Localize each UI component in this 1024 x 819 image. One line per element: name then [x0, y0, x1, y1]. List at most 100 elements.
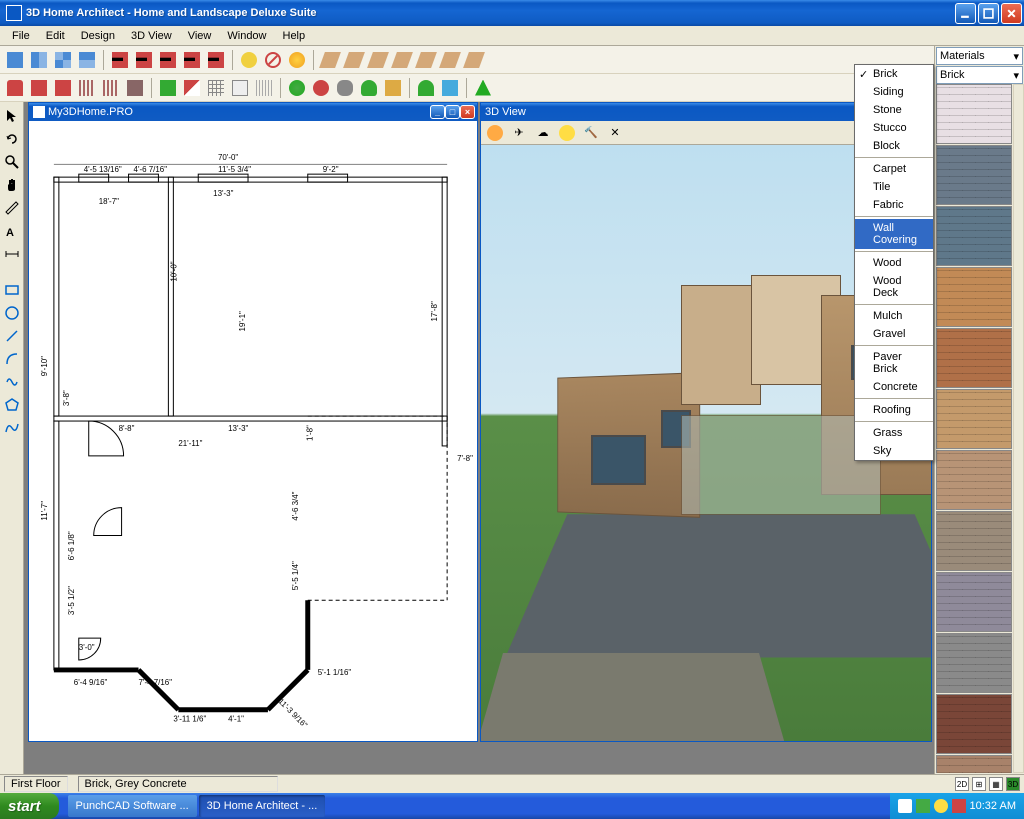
tool-light-icon[interactable]: [556, 122, 578, 144]
material-swatch[interactable]: [936, 450, 1012, 510]
tray-icon-4[interactable]: [952, 799, 966, 813]
materials-menu-item[interactable]: Brick: [855, 65, 933, 83]
tool-window-tile1[interactable]: [4, 49, 26, 71]
menu-edit[interactable]: Edit: [38, 28, 73, 44]
menu-window[interactable]: Window: [219, 28, 274, 44]
materials-menu-item[interactable]: Mulch: [855, 307, 933, 325]
status-view2-icon[interactable]: ▦: [989, 777, 1003, 791]
tool-plant2-icon[interactable]: [310, 77, 332, 99]
tool-paint[interactable]: [238, 49, 260, 71]
tool-roof2[interactable]: ▬: [133, 49, 155, 71]
tool-roof1[interactable]: ▬: [109, 49, 131, 71]
tool-flag-icon[interactable]: [181, 77, 203, 99]
tool-text-icon[interactable]: A: [1, 220, 23, 242]
material-swatch[interactable]: [936, 267, 1012, 327]
menu-file[interactable]: File: [4, 28, 38, 44]
plan-canvas[interactable]: 70'-0" 4'-5 13/16" 4'-6 7/16" 11'-5 3/4"…: [29, 121, 477, 741]
material-swatch[interactable]: [936, 389, 1012, 449]
tool-lumber1[interactable]: [319, 49, 341, 71]
tool-car-icon[interactable]: [4, 77, 26, 99]
materials-menu-item[interactable]: Stone: [855, 101, 933, 119]
minimize-button[interactable]: [955, 3, 976, 24]
material-swatch[interactable]: [936, 206, 1012, 266]
menu-design[interactable]: Design: [73, 28, 123, 44]
system-tray[interactable]: 10:32 AM: [890, 793, 1024, 819]
tool-cloud-icon[interactable]: ☁: [532, 122, 554, 144]
material-swatch[interactable]: [936, 633, 1012, 693]
material-swatch[interactable]: [936, 511, 1012, 571]
tool-sun-icon[interactable]: [286, 49, 308, 71]
tool-shrub-icon[interactable]: [358, 77, 380, 99]
tool-nosmoking-icon[interactable]: [262, 49, 284, 71]
material-swatch[interactable]: [936, 84, 1012, 144]
tool-measure-icon[interactable]: [1, 197, 23, 219]
plan-close[interactable]: ×: [460, 105, 475, 119]
tool-walk-icon[interactable]: [484, 122, 506, 144]
tool-arc-icon[interactable]: [1, 348, 23, 370]
tool-roof4[interactable]: ▬: [181, 49, 203, 71]
materials-menu-item[interactable]: Wood Deck: [855, 272, 933, 302]
materials-menu-item[interactable]: Roofing: [855, 401, 933, 419]
tool-fence3[interactable]: [124, 77, 146, 99]
tool-window-tile2[interactable]: [28, 49, 50, 71]
materials-label-dropdown[interactable]: Materials: [936, 47, 1023, 65]
material-swatch[interactable]: [936, 328, 1012, 388]
tool-pan-icon[interactable]: [1, 174, 23, 196]
material-swatch[interactable]: [936, 572, 1012, 632]
task-item-1[interactable]: PunchCAD Software ...: [68, 795, 197, 817]
tool-rect-icon[interactable]: [1, 279, 23, 301]
tray-clock[interactable]: 10:32 AM: [970, 800, 1016, 812]
tool-fence2[interactable]: [100, 77, 122, 99]
tool-lumber6[interactable]: [439, 49, 461, 71]
tool-pointer-icon[interactable]: [1, 105, 23, 127]
close-button[interactable]: [1001, 3, 1022, 24]
materials-menu-item[interactable]: Stucco: [855, 119, 933, 137]
tool-grid-icon[interactable]: [205, 77, 227, 99]
materials-menu-item[interactable]: Siding: [855, 83, 933, 101]
tool-circle-icon[interactable]: [1, 302, 23, 324]
tool-cam-icon[interactable]: ✕: [604, 122, 626, 144]
materials-menu-item[interactable]: Block: [855, 137, 933, 155]
tool-equip-icon[interactable]: [382, 77, 404, 99]
tool-window-tile3[interactable]: [52, 49, 74, 71]
tool-mound-icon[interactable]: [415, 77, 437, 99]
menu-help[interactable]: Help: [275, 28, 314, 44]
start-button[interactable]: start: [0, 793, 59, 819]
status-floor[interactable]: First Floor: [4, 776, 68, 792]
tool-rock-icon[interactable]: [334, 77, 356, 99]
tool-fly-icon[interactable]: ✈: [508, 122, 530, 144]
tray-icon-2[interactable]: [916, 799, 930, 813]
material-swatch[interactable]: [936, 694, 1012, 754]
materials-menu-item[interactable]: Paver Brick: [855, 348, 933, 378]
tool-lumber5[interactable]: [415, 49, 437, 71]
tool-lumber2[interactable]: [343, 49, 365, 71]
task-item-2[interactable]: 3D Home Architect - ...: [199, 795, 326, 817]
tool-mic-icon[interactable]: 🔨: [580, 122, 602, 144]
tool-deck2[interactable]: [52, 77, 74, 99]
menu-view[interactable]: View: [180, 28, 220, 44]
tool-redo-icon[interactable]: [1, 128, 23, 150]
plan-titlebar[interactable]: My3DHome.PRO _ □ ×: [29, 103, 477, 121]
tool-plant1-icon[interactable]: [286, 77, 308, 99]
status-3d-icon[interactable]: 3D: [1006, 777, 1020, 791]
tool-roof5[interactable]: ▬: [205, 49, 227, 71]
materials-menu-item[interactable]: Tile: [855, 178, 933, 196]
tool-water-icon[interactable]: [439, 77, 461, 99]
materials-menu-item[interactable]: Grass: [855, 424, 933, 442]
materials-menu-item[interactable]: Wall Covering: [855, 219, 933, 249]
tool-fence1[interactable]: [76, 77, 98, 99]
status-view1-icon[interactable]: ⊞: [972, 777, 986, 791]
materials-menu-item[interactable]: Wood: [855, 254, 933, 272]
tool-spline-icon[interactable]: [1, 417, 23, 439]
materials-menu-item[interactable]: Sky: [855, 442, 933, 460]
tool-dimension-icon[interactable]: [1, 243, 23, 265]
menu-3dview[interactable]: 3D View: [123, 28, 180, 44]
tool-line-icon[interactable]: [1, 325, 23, 347]
tool-polygon-icon[interactable]: [1, 394, 23, 416]
material-swatch[interactable]: [936, 145, 1012, 205]
tool-lumber7[interactable]: [463, 49, 485, 71]
plan-maximize[interactable]: □: [445, 105, 460, 119]
materials-menu-item[interactable]: Fabric: [855, 196, 933, 214]
tray-icon-1[interactable]: [898, 799, 912, 813]
tool-terrain-icon[interactable]: [157, 77, 179, 99]
